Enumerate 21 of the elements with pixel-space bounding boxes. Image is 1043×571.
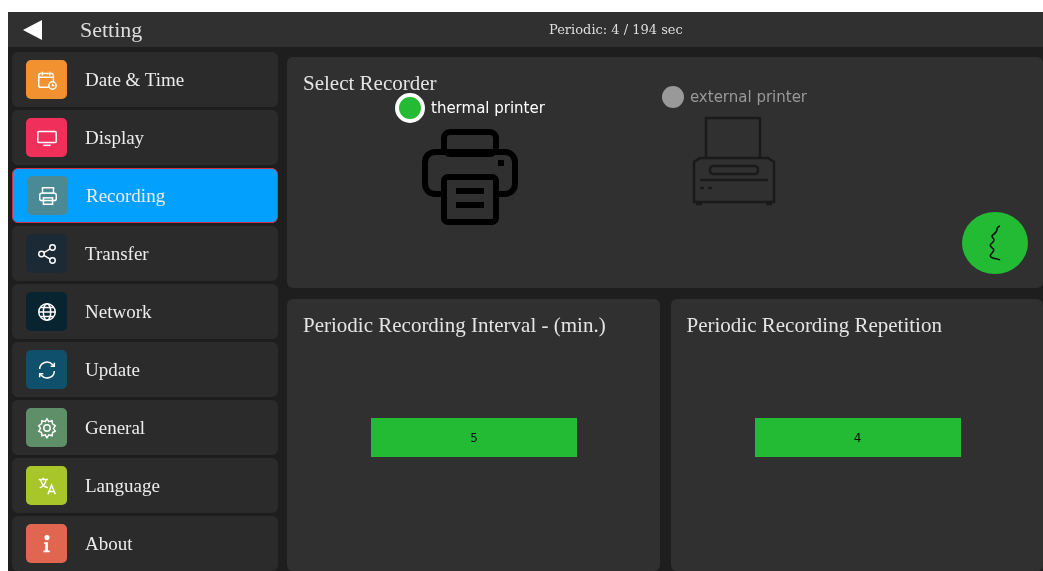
panel-title: Periodic Recording Repetition <box>686 313 942 338</box>
sidebar-item[interactable]: Transfer <box>12 226 278 281</box>
sidebar-item[interactable]: About <box>12 516 278 571</box>
sidebar-item[interactable]: Update <box>12 342 278 397</box>
panel-title: Periodic Recording Interval - (min.) <box>303 313 606 338</box>
panel-title: Select Recorder <box>303 71 437 96</box>
back-icon <box>22 18 44 41</box>
sidebar-item[interactable]: Network <box>12 284 278 339</box>
sidebar-item[interactable]: Date & Time <box>12 52 278 107</box>
sidebar-item[interactable]: Display <box>12 110 278 165</box>
squiggle-icon <box>988 225 1002 261</box>
status-text: Periodic: 4 / 194 sec <box>549 22 683 37</box>
radio-option[interactable]: thermal printer <box>395 93 545 123</box>
printer-icon <box>419 129 520 225</box>
sidebar-item[interactable]: General <box>12 400 278 455</box>
value-button[interactable]: 4 <box>754 418 961 457</box>
value-button[interactable]: 5 <box>371 418 577 457</box>
page-title: Setting <box>80 16 143 43</box>
back-button[interactable] <box>22 18 44 41</box>
sidebar-item[interactable]: Language <box>12 458 278 513</box>
radio-option[interactable]: external printer <box>661 86 808 108</box>
